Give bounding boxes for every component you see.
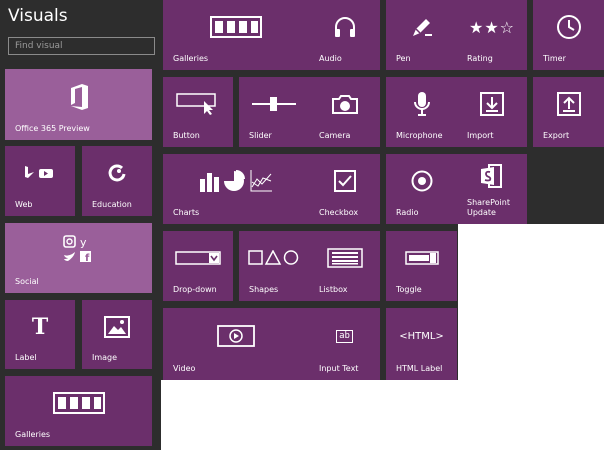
office-icon [5, 69, 152, 124]
tile-label: Listbox [319, 285, 348, 294]
export-icon [533, 77, 604, 131]
tile-label: Toggle [396, 285, 422, 294]
tile-label: Radio [396, 208, 419, 217]
tile-microphone[interactable]: Microphone [386, 77, 457, 147]
tile-label: Charts [173, 208, 200, 217]
tile-radio[interactable]: Radio [386, 154, 457, 224]
tile-label: HTML Label [396, 364, 443, 373]
gallery-icon [5, 376, 152, 430]
tile-label: Image [92, 353, 118, 362]
input-text-icon: ab [309, 308, 380, 364]
tile-camera[interactable]: Camera [309, 77, 380, 147]
tile-input-text[interactable]: ab Input Text [309, 308, 380, 380]
tile-office365[interactable]: Office 365 Preview [5, 69, 152, 140]
text-t-icon: T [31, 313, 49, 340]
tile-shapes[interactable]: Shapes [239, 231, 309, 301]
tile-education[interactable]: Education [82, 146, 152, 216]
tile-label: SharePoint Update [467, 198, 510, 217]
tile-label: Label [15, 353, 37, 362]
tile-button[interactable]: Button [163, 77, 233, 147]
education-icon [82, 146, 152, 200]
tile-label: Office 365 Preview [15, 124, 90, 133]
tile-import[interactable]: Import [457, 77, 527, 147]
star-rating-icon: ★★☆ [468, 17, 516, 37]
tile-galleries-left[interactable]: Galleries [5, 376, 152, 446]
sharepoint-icon [457, 154, 527, 198]
tile-checkbox[interactable]: Checkbox [309, 154, 380, 224]
yammer-glyph: y [80, 236, 87, 249]
tile-label: Camera [319, 131, 351, 140]
camera-icon [309, 77, 380, 131]
tile-timer[interactable]: Timer [533, 0, 604, 70]
social-icons: y f [5, 223, 152, 277]
listbox-icon [309, 231, 380, 285]
tile-label: Education [92, 200, 132, 209]
toggle-icon [386, 231, 457, 285]
clock-icon [533, 0, 604, 54]
tile-label: Input Text [319, 364, 359, 373]
dropdown-icon [163, 231, 233, 285]
tile-label: Audio [319, 54, 342, 63]
tile-label: Microphone [396, 131, 443, 140]
shapes-icon [239, 231, 309, 285]
tile-toggle[interactable]: Toggle [386, 231, 457, 301]
tile-galleries[interactable]: Galleries [163, 0, 309, 70]
tile-label: Slider [249, 131, 272, 140]
html-tag-icon: <HTML> [399, 330, 444, 342]
tile-label: Export [543, 131, 570, 140]
tile-social[interactable]: y f Social [5, 223, 152, 293]
tile-label: Galleries [173, 54, 209, 63]
tile-label: Button [173, 131, 200, 140]
tile-label: Shapes [249, 285, 279, 294]
tile-label: Drop-down [173, 285, 217, 294]
tile-image[interactable]: Image [82, 300, 152, 369]
tile-html-label[interactable]: <HTML> HTML Label [386, 308, 457, 380]
tile-label: Rating [467, 54, 493, 63]
tile-slider[interactable]: Slider [239, 77, 309, 147]
tile-sharepoint-update[interactable]: SharePoint Update [457, 154, 527, 224]
bing-youtube-icon [5, 146, 75, 200]
charts-icon [163, 154, 309, 208]
facebook-glyph: f [85, 253, 90, 264]
tile-label: Timer [543, 54, 566, 63]
tile-label: Import [467, 131, 494, 140]
tile-label: Social [15, 277, 39, 286]
tile-audio[interactable]: Audio [309, 0, 380, 70]
find-visual-input[interactable] [8, 37, 155, 55]
import-icon [457, 77, 527, 131]
slider-icon [239, 77, 309, 131]
tile-export[interactable]: Export [533, 77, 604, 147]
video-icon [163, 308, 309, 364]
tile-label: Checkbox [319, 208, 359, 217]
tile-rating[interactable]: ★★☆ Rating [457, 0, 527, 70]
tile-label: Pen [396, 54, 411, 63]
pen-icon [386, 0, 457, 54]
headphones-icon [309, 0, 380, 54]
tile-charts[interactable]: Charts [163, 154, 309, 224]
tile-label: Web [15, 200, 33, 209]
image-icon [82, 300, 152, 353]
tile-label: Galleries [15, 430, 51, 439]
gallery-icon [163, 0, 309, 54]
microphone-icon [386, 77, 457, 131]
tile-video[interactable]: Video [163, 308, 309, 380]
tile-pen[interactable]: Pen [386, 0, 457, 70]
tile-label: Video [173, 364, 196, 373]
tile-dropdown[interactable]: Drop-down [163, 231, 233, 301]
panel-title: Visuals [8, 6, 68, 26]
radio-icon [386, 154, 457, 208]
tile-label-visual[interactable]: T Label [5, 300, 75, 369]
tile-listbox[interactable]: Listbox [309, 231, 380, 301]
tile-web[interactable]: Web [5, 146, 75, 216]
checkbox-icon [309, 154, 380, 208]
button-cursor-icon [163, 77, 233, 131]
